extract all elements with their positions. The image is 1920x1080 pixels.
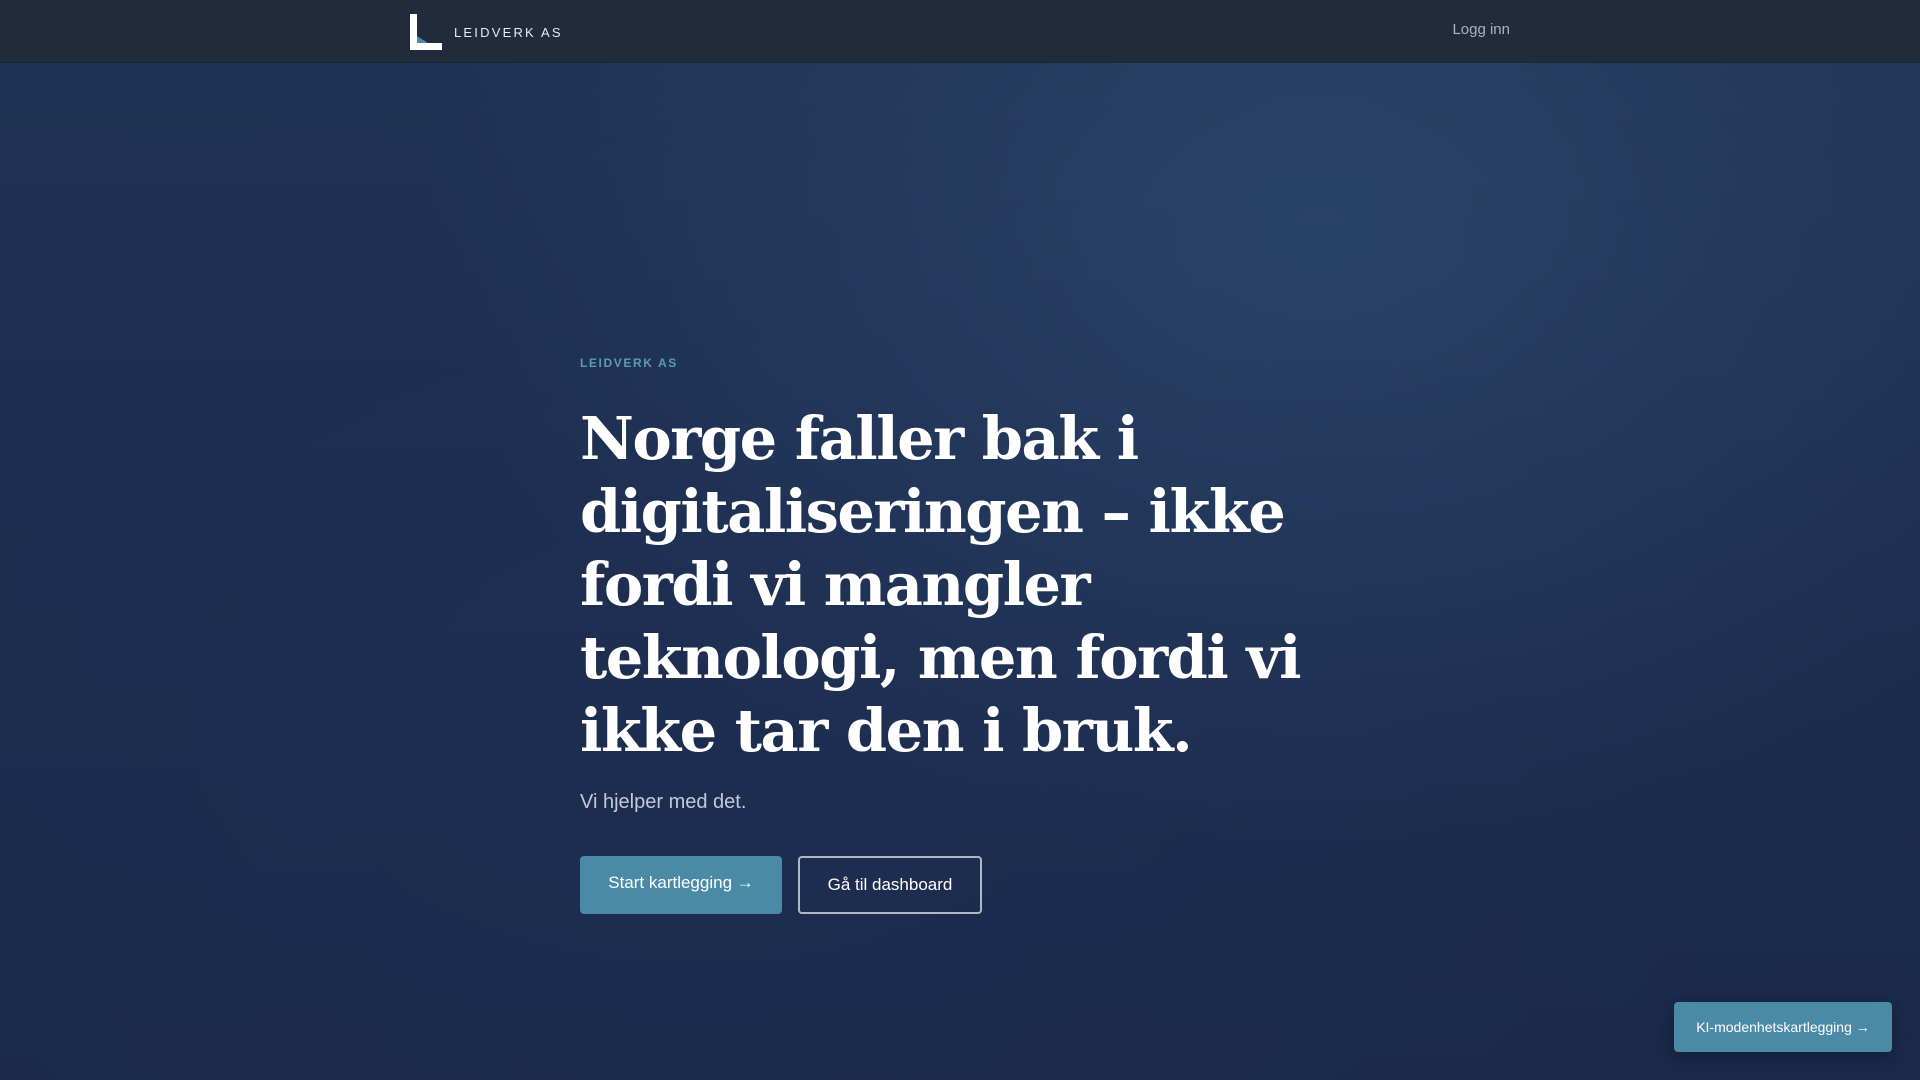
go-to-dashboard-button[interactable]: Gå til dashboard [798, 856, 982, 914]
hero-actions: Start kartlegging → Gå til dashboard [580, 856, 1360, 914]
login-link[interactable]: Logg inn [1452, 21, 1510, 38]
ai-maturity-assessment-button[interactable]: KI-modenhetskartlegging → [1674, 1002, 1892, 1052]
leidverk-l-logo-icon [410, 14, 442, 50]
top-navigation-bar: LEIDVERK AS Logg inn [0, 0, 1920, 63]
hero-section: LEIDVERK AS Norge faller bak i digitalis… [580, 356, 1360, 914]
hero-lead-text: Vi hjelper med det. [580, 791, 747, 813]
hero-eyebrow: LEIDVERK AS [580, 356, 678, 370]
hero-headline: Norge faller bak i digitaliseringen – ik… [580, 404, 1302, 765]
brand-home-link[interactable]: LEIDVERK AS [410, 14, 563, 50]
brand-name: LEIDVERK AS [454, 24, 563, 40]
start-assessment-button[interactable]: Start kartlegging → [580, 856, 782, 914]
